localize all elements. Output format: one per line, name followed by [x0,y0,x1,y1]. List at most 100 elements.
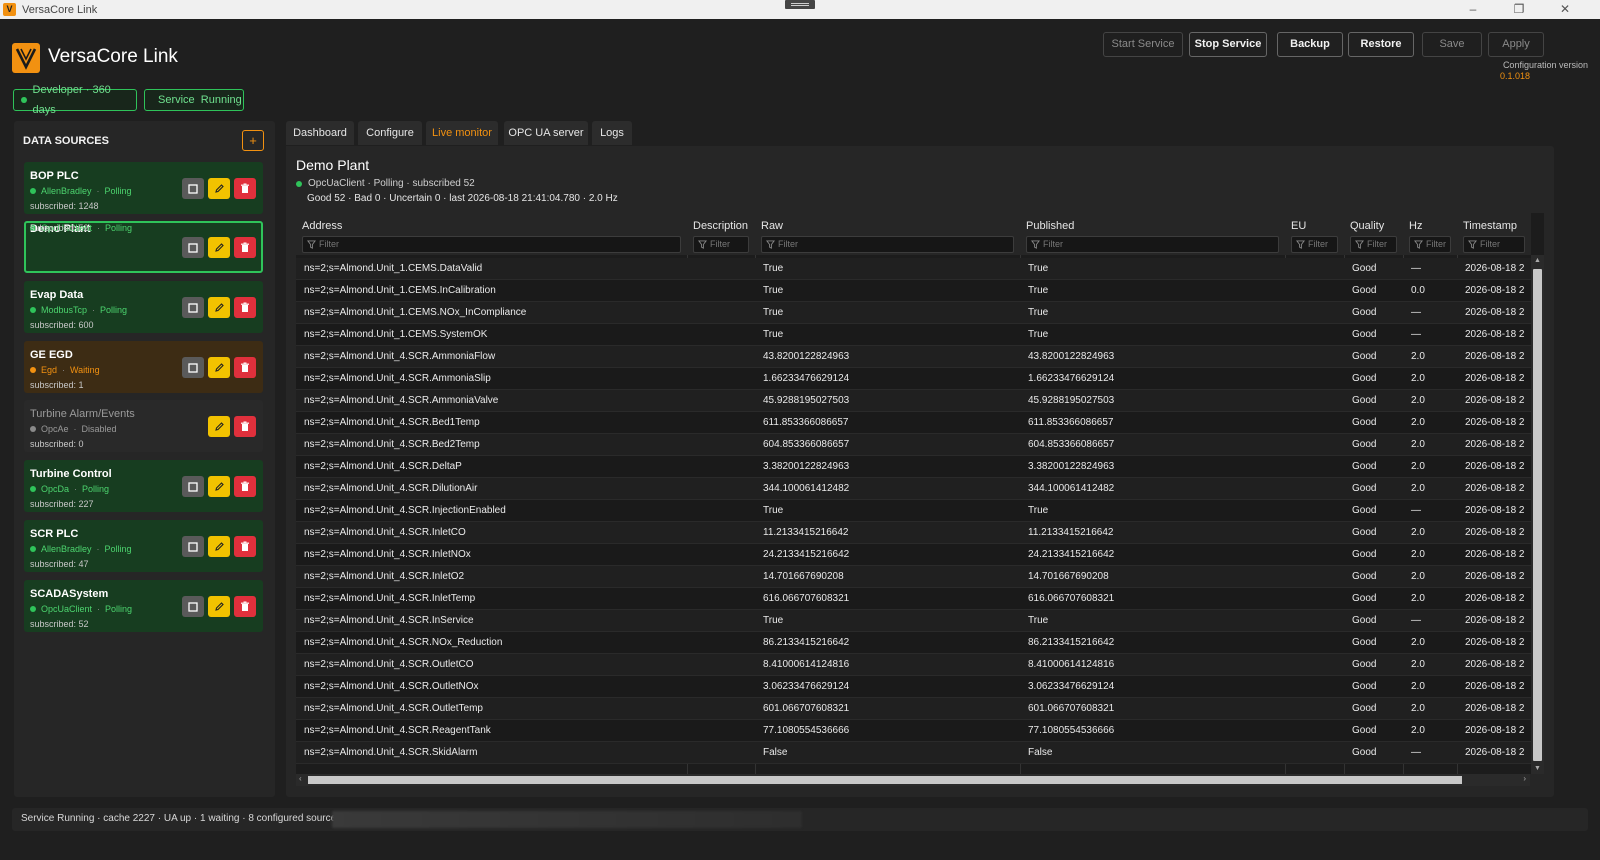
table-row[interactable]: ns=2;s=Almond.Unit_4.SCR.AmmoniaValve 45.… [296,390,1531,412]
scroll-right-icon[interactable]: › [1523,774,1526,783]
column-header-eu[interactable]: EU Filter [1285,213,1344,255]
close-button[interactable]: ✕ [1542,0,1588,19]
save-button[interactable]: Save [1422,32,1482,57]
cell-eu [1285,698,1344,719]
hscroll-thumb[interactable] [308,776,1462,784]
stop-source-button[interactable] [182,297,204,318]
source-subscribed: subscribed: 47 [30,559,89,569]
backup-button[interactable]: Backup [1277,32,1343,57]
table-row[interactable]: ns=2;s=Almond.Unit_4.SCR.Bed2Temp 604.853… [296,434,1531,456]
horizontal-scrollbar[interactable]: ‹ › [296,774,1530,786]
column-header-description[interactable]: Description Filter [687,213,755,255]
edit-source-button[interactable] [208,297,230,318]
column-filter-input[interactable]: Filter [761,236,1014,253]
source-card[interactable]: BOP PLC AllenBradley · Polling subscribed: 1… [24,162,263,214]
delete-source-button[interactable] [234,297,256,318]
table-row[interactable]: ns=2;s=Almond.Unit_4.SCR.AmmoniaSlip 1.66… [296,368,1531,390]
delete-source-button[interactable] [234,596,256,617]
edit-source-button[interactable] [208,416,230,437]
table-row[interactable]: ns=2;s=Almond.Unit_4.SCR.InletNOx 24.2133… [296,544,1531,566]
source-card[interactable]: Demo Plant OpcUaClient · Polling subscribed:… [24,221,263,273]
column-filter-input[interactable]: Filter [693,236,749,253]
delete-source-button[interactable] [234,416,256,437]
edit-source-button[interactable] [208,596,230,617]
column-filter-input[interactable]: Filter [302,236,681,253]
column-header-raw[interactable]: Raw Filter [755,213,1020,255]
stop-source-button[interactable] [182,596,204,617]
table-row[interactable]: ns=2;s=Almond.Unit_4.SCR.InletTemp 616.06… [296,588,1531,610]
edit-source-button[interactable] [208,178,230,199]
table-row[interactable]: ns=2;s=Almond.Unit_4.SCR.SkidAlarm False F… [296,742,1531,764]
drag-handle[interactable] [785,0,815,9]
restore-config-button[interactable]: Restore [1348,32,1414,57]
table-row[interactable]: ns=2;s=Almond.Unit_1.CEMS.SystemOK True Tr… [296,324,1531,346]
cell-eu [1285,412,1344,433]
cell-address: ns=2;s=Almond.Unit_4.SCR.AmmoniaFlow [304,351,496,362]
edit-source-button[interactable] [208,237,230,258]
stop-service-button[interactable]: Stop Service [1189,32,1267,57]
scroll-left-icon[interactable]: ‹ [299,774,302,783]
source-card[interactable]: Evap Data ModbusTcp · Polling subscribed: 60… [24,281,263,333]
table-row[interactable]: ns=2;s=Almond.Unit_4.SCR.InService True Tr… [296,610,1531,632]
stop-source-button[interactable] [182,536,204,557]
column-filter-input[interactable]: Filter [1291,236,1338,253]
table-row[interactable]: ns=2;s=Almond.Unit_4.SCR.OutletTemp 601.0… [296,698,1531,720]
column-header-hz[interactable]: Hz Filter [1403,213,1457,255]
table-row[interactable]: ns=2;s=Almond.Unit_4.SCR.DeltaP 3.3820012… [296,456,1531,478]
table-row[interactable]: ns=2;s=Almond.Unit_4.SCR.InletCO 11.21334… [296,522,1531,544]
stop-source-button[interactable] [182,357,204,378]
column-header-published[interactable]: Published Filter [1020,213,1285,255]
column-filter-input[interactable]: Filter [1463,236,1525,253]
table-row[interactable]: ns=2;s=Almond.Unit_1.CEMS.InCalibration T… [296,280,1531,302]
delete-source-button[interactable] [234,357,256,378]
table-row[interactable]: ns=2;s=Almond.Unit_4.SCR.AmmoniaFlow 43.8… [296,346,1531,368]
tab-logs[interactable]: Logs [592,121,632,145]
table-row[interactable]: ns=2;s=Almond.Unit_4.SCR.DilutionAir 344.… [296,478,1531,500]
add-source-button[interactable]: + [242,130,264,151]
delete-source-button[interactable] [234,476,256,497]
source-card[interactable]: GE EGD Egd · Waiting subscribed: 1 [24,341,263,393]
source-card[interactable]: Turbine Control OpcDa · Polling subscribed: … [24,460,263,512]
edit-source-button[interactable] [208,536,230,557]
table-row[interactable]: ns=2;s=Almond.Unit_4.SCR.ReagentTank 77.1… [296,720,1531,742]
column-filter-input[interactable]: Filter [1350,236,1397,253]
edit-source-button[interactable] [208,476,230,497]
vscroll-thumb[interactable] [1533,269,1542,761]
cell-quality: Good [1352,329,1377,340]
tab-live-monitor[interactable]: Live monitor [426,121,498,145]
apply-button[interactable]: Apply [1488,32,1544,57]
scroll-down-icon[interactable]: ▼ [1534,765,1541,772]
table-row[interactable]: ns=2;s=Almond.Unit_4.SCR.Bed1Temp 611.853… [296,412,1531,434]
stop-source-button[interactable] [182,476,204,497]
table-row[interactable]: ns=2;s=Almond.Unit_4.SCR.NOx_Reduction 86… [296,632,1531,654]
tab-opc-ua-server[interactable]: OPC UA server [504,121,588,145]
tab-configure[interactable]: Configure [358,121,422,145]
column-filter-input[interactable]: Filter [1026,236,1279,253]
scroll-up-icon[interactable]: ▲ [1534,257,1541,264]
delete-source-button[interactable] [234,237,256,258]
start-service-button[interactable]: Start Service [1103,32,1183,57]
minimize-button[interactable]: – [1450,0,1496,19]
stop-source-button[interactable] [182,237,204,258]
table-row[interactable]: ns=2;s=Almond.Unit_4.SCR.OutletNOx 3.0623… [296,676,1531,698]
source-card[interactable]: SCR PLC AllenBradley · Polling subscribed: 4… [24,520,263,572]
edit-source-button[interactable] [208,357,230,378]
restore-button[interactable]: ❐ [1496,0,1542,19]
column-header-quality[interactable]: Quality Filter [1344,213,1403,255]
source-card[interactable]: Turbine Alarm/Events OpcAe · Disabled subscr… [24,400,263,452]
delete-source-button[interactable] [234,536,256,557]
table-row[interactable]: ns=2;s=Almond.Unit_4.SCR.OutletCO 8.41000… [296,654,1531,676]
delete-source-button[interactable] [234,178,256,199]
tab-dashboard[interactable]: Dashboard [286,121,354,145]
vertical-scrollbar[interactable]: ▲ ▼ [1531,255,1544,774]
column-header-timestamp[interactable]: Timestamp Filter [1457,213,1531,255]
table-row[interactable]: ns=2;s=Almond.Unit_4.SCR.InjectionEnable… [296,500,1531,522]
stop-source-button[interactable] [182,178,204,199]
column-filter-input[interactable]: Filter [1409,236,1451,253]
table-row[interactable]: ns=2;s=Almond.Unit_1.CEMS.DataValid True T… [296,258,1531,280]
cell-address: ns=2;s=Almond.Unit_4.SCR.InService [304,615,474,626]
table-row[interactable]: ns=2;s=Almond.Unit_1.CEMS.NOx_InComplian… [296,302,1531,324]
table-row[interactable]: ns=2;s=Almond.Unit_4.SCR.InletO2 14.70166… [296,566,1531,588]
column-header-address[interactable]: Address Filter [296,213,687,255]
source-card[interactable]: SCADASystem OpcUaClient · Polling subscribed… [24,580,263,632]
